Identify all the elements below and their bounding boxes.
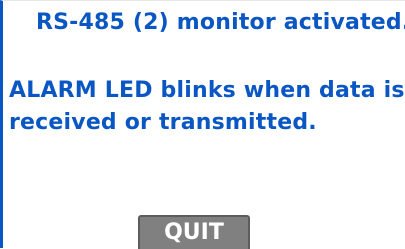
message-line-2: received or transmitted. [9, 110, 317, 135]
quit-button[interactable]: QUIT [138, 215, 250, 249]
monitor-screen: RS-485 (2) monitor activated. ALARM LED … [0, 0, 405, 249]
screen-title: RS-485 (2) monitor activated. [36, 10, 405, 35]
message-line-1: ALARM LED blinks when data is [9, 78, 405, 103]
